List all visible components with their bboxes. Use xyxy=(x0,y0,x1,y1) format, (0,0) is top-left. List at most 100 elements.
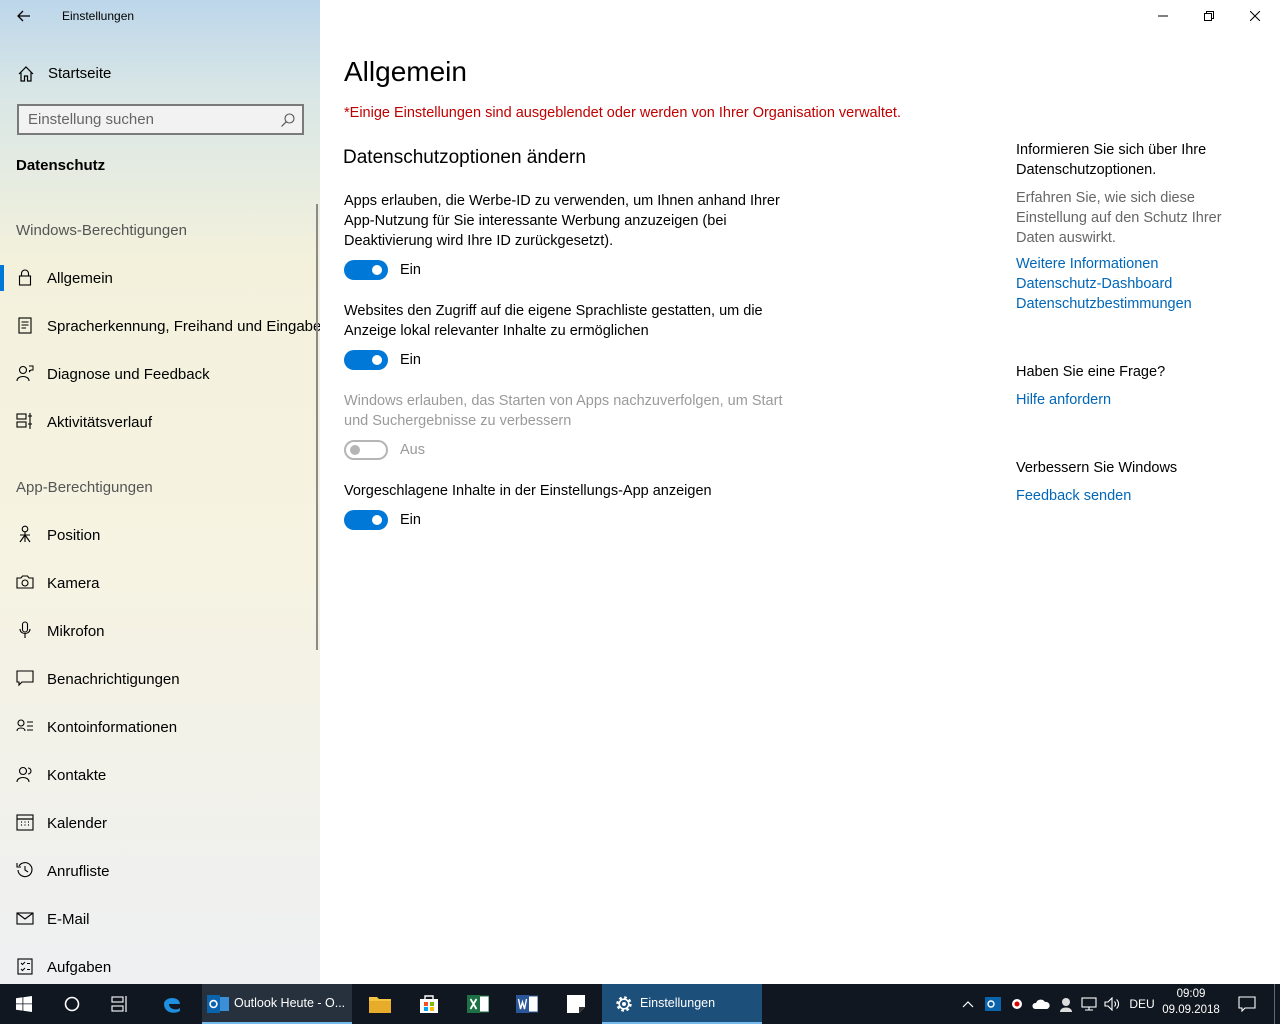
account-info-icon xyxy=(16,719,33,732)
nav-item-allgemein[interactable]: Allgemein xyxy=(0,258,318,298)
excel-button[interactable] xyxy=(454,984,502,1024)
explorer-button[interactable] xyxy=(356,984,404,1024)
restore-button[interactable] xyxy=(1186,0,1232,32)
search-input[interactable] xyxy=(19,106,259,133)
contacts-icon xyxy=(16,766,32,783)
nav-item-label: Kamera xyxy=(47,575,100,592)
location-person-icon xyxy=(19,525,31,543)
gear-icon xyxy=(616,996,632,1012)
nav-item-label: Spracherkennung, Freihand und Eingabe xyxy=(47,318,320,335)
toggle-knob xyxy=(350,445,360,455)
option-app-launch-tracking-text: Windows erlauben, das Starten von Apps n… xyxy=(344,393,783,429)
taskbar-settings[interactable]: Einstellungen xyxy=(602,984,762,1024)
link-send-feedback[interactable]: Feedback senden xyxy=(1016,486,1246,506)
action-center-button[interactable] xyxy=(1232,984,1262,1024)
nav-item-diagnose[interactable]: Diagnose und Feedback xyxy=(0,354,318,394)
link-privacy-statement[interactable]: Datenschutzbestimmungen xyxy=(1016,294,1246,314)
sidebar: Einstellungen Startseite Datenschutz Win… xyxy=(0,0,320,984)
show-hidden-icons-button[interactable] xyxy=(956,984,980,1024)
settings-search[interactable] xyxy=(17,104,304,135)
group-app-permissions: App-Berechtigungen xyxy=(16,479,153,496)
option-language-list-toggle[interactable] xyxy=(344,350,388,370)
show-desktop-button[interactable] xyxy=(1274,984,1280,1024)
nav-item-benachrichtigungen[interactable]: Benachrichtigungen xyxy=(0,659,318,699)
option-language-list-state: Ein xyxy=(400,352,421,368)
clock-date: 09.09.2018 xyxy=(1162,1004,1220,1016)
chevron-up-icon xyxy=(962,1001,974,1008)
nav-item-label: Anrufliste xyxy=(47,863,110,880)
tray-network[interactable] xyxy=(1078,984,1100,1024)
tray-volume[interactable] xyxy=(1101,984,1123,1024)
link-get-help[interactable]: Hilfe anfordern xyxy=(1016,390,1246,410)
improve-heading: Verbessern Sie Windows xyxy=(1016,460,1178,476)
option-advertising-id-state: Ein xyxy=(400,262,421,278)
taskbar-clock[interactable]: 09:09 09.09.2018 xyxy=(1160,986,1222,1022)
category-title: Datenschutz xyxy=(16,157,106,174)
minimize-icon xyxy=(1158,15,1168,17)
nav-item-mikrofon[interactable]: Mikrofon xyxy=(0,611,318,651)
option-advertising-id-toggle[interactable] xyxy=(344,260,388,280)
store-button[interactable] xyxy=(405,984,453,1024)
nav-item-aktivitaetsverlauf[interactable]: Aktivitätsverlauf xyxy=(0,402,318,442)
nav-item-kontakte[interactable]: Kontakte xyxy=(0,755,318,795)
link-more-info[interactable]: Weitere Informationen xyxy=(1016,254,1246,274)
nav-item-label: Kontoinformationen xyxy=(47,719,178,736)
nav-item-kalender[interactable]: Kalender xyxy=(0,803,318,843)
home-link[interactable]: Startseite xyxy=(0,56,320,92)
option-advertising-id-text: Apps erlauben, die Werbe-ID zu verwenden… xyxy=(344,193,780,249)
nav-item-email[interactable]: E-Mail xyxy=(0,899,318,939)
timeline-icon xyxy=(16,413,32,429)
nav-item-aufgaben[interactable]: Aufgaben xyxy=(0,947,318,984)
section-subheading: Datenschutzoptionen ändern xyxy=(343,147,586,168)
option-suggested-content-toggle[interactable] xyxy=(344,510,388,530)
cortana-button[interactable] xyxy=(48,984,96,1024)
camera-icon xyxy=(16,575,34,589)
tray-record[interactable] xyxy=(1006,984,1028,1024)
start-button[interactable] xyxy=(0,984,48,1024)
word-button[interactable] xyxy=(503,984,551,1024)
mail-icon xyxy=(16,912,34,925)
tray-user[interactable] xyxy=(1054,984,1078,1024)
clock-time: 09:09 xyxy=(1176,988,1206,1000)
nav-item-anrufliste[interactable]: Anrufliste xyxy=(0,851,318,891)
tray-onedrive[interactable] xyxy=(1029,984,1053,1024)
page-title: Allgemein xyxy=(344,56,467,87)
question-panel: Haben Sie eine Frage? Hilfe anfordern xyxy=(1016,362,1246,410)
notification-icon xyxy=(16,670,34,687)
nav-item-label: Position xyxy=(47,527,101,544)
tray-outlook[interactable] xyxy=(982,984,1004,1024)
input-language-indicator[interactable]: DEU xyxy=(1124,984,1160,1024)
action-center-icon xyxy=(1238,996,1256,1012)
nav-item-label: Kalender xyxy=(47,815,108,832)
nav-item-label: Mikrofon xyxy=(47,623,105,640)
settings-taskbar-label: Einstellungen xyxy=(640,996,716,1010)
speech-document-icon xyxy=(18,317,32,334)
link-privacy-dashboard[interactable]: Datenschutz-Dashboard xyxy=(1016,274,1246,294)
speaker-icon xyxy=(1104,997,1119,1011)
search-icon[interactable] xyxy=(280,112,296,128)
close-icon xyxy=(1250,11,1260,21)
home-icon xyxy=(18,66,34,82)
info-text: Erfahren Sie, wie sich diese Einstellung… xyxy=(1016,190,1222,246)
outlook-label: Outlook Heute - O... xyxy=(234,996,346,1010)
word-icon xyxy=(516,995,538,1013)
nav-item-position[interactable]: Position xyxy=(0,515,318,555)
sidebar-scrollbar[interactable] xyxy=(316,204,318,650)
nav-item-kamera[interactable]: Kamera xyxy=(0,563,318,603)
title-bar: Einstellungen xyxy=(0,0,320,32)
option-app-launch-tracking-state: Aus xyxy=(400,442,425,458)
taskbar-outlook[interactable]: Outlook Heute - O... xyxy=(202,984,352,1024)
sticky-notes-button[interactable] xyxy=(552,984,600,1024)
nav-item-label: Allgemein xyxy=(47,270,113,287)
task-view-button[interactable] xyxy=(96,984,144,1024)
back-button[interactable] xyxy=(8,4,40,28)
task-view-icon xyxy=(111,996,127,1012)
restore-icon xyxy=(1204,11,1214,21)
nav-item-label: E-Mail xyxy=(47,911,90,928)
minimize-button[interactable] xyxy=(1140,0,1186,32)
close-button[interactable] xyxy=(1232,0,1278,32)
nav-item-spracherkennung[interactable]: Spracherkennung, Freihand und Eingabe xyxy=(0,306,320,346)
option-language-list-text: Websites den Zugriff auf die eigene Spra… xyxy=(344,303,763,339)
edge-button[interactable] xyxy=(148,984,196,1024)
nav-item-kontoinformationen[interactable]: Kontoinformationen xyxy=(0,707,318,747)
